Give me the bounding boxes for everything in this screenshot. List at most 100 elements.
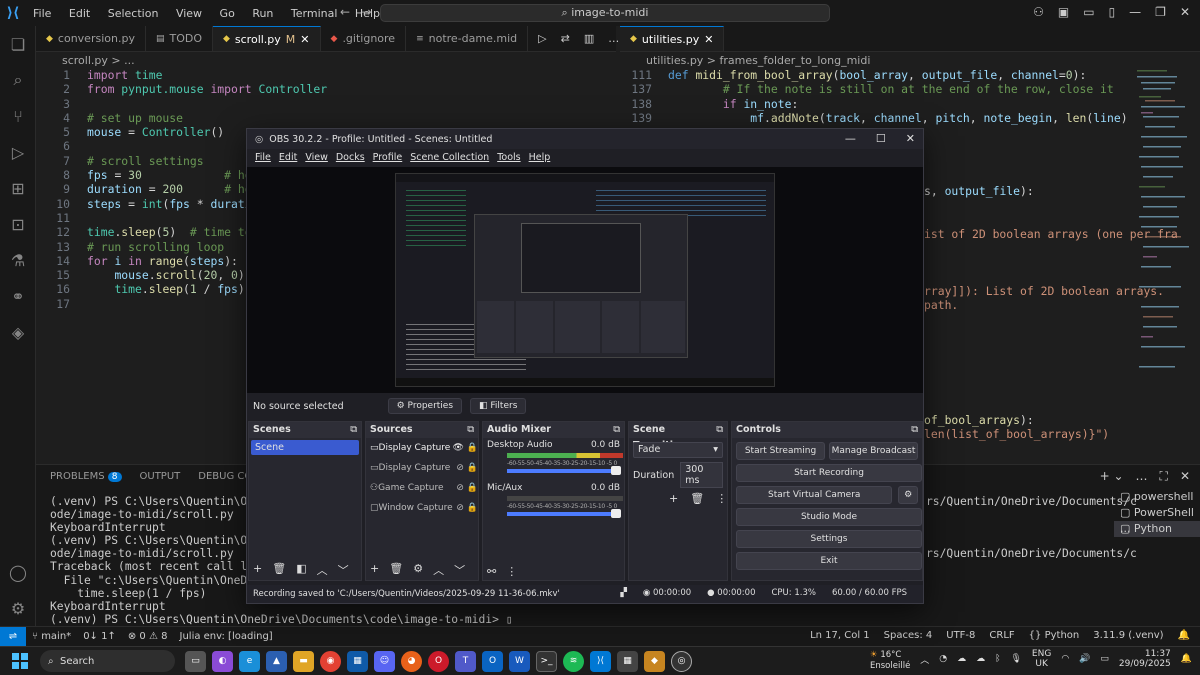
studio-mode-button[interactable]: Studio Mode	[736, 508, 922, 526]
transition-select[interactable]: Fade ▾	[633, 442, 723, 458]
firefox-icon[interactable]: ◕	[401, 650, 422, 672]
julia-status[interactable]: Julia env: [loading]	[180, 631, 273, 642]
duration-input[interactable]: 300 ms	[680, 462, 723, 488]
terminal-item-powershell[interactable]: ▢ powershell	[1114, 489, 1200, 505]
outlook-icon[interactable]: O	[482, 650, 503, 672]
python-icon[interactable]: ◈	[0, 314, 36, 350]
down-icon[interactable]: ﹀	[454, 562, 465, 578]
notification-bell-icon[interactable]: 🔔	[1181, 654, 1192, 664]
panel-toggle-icon[interactable]: ▭	[1083, 5, 1094, 19]
file-explorer-icon[interactable]: ▬	[293, 650, 314, 672]
tab-scroll[interactable]: ◆ scroll.py M ✕	[212, 26, 321, 51]
popout-icon[interactable]: ⧉	[467, 422, 474, 438]
remote-icon[interactable]: ⇌	[0, 626, 26, 647]
task-view-icon[interactable]: ▭	[185, 650, 206, 672]
up-icon[interactable]: ︿	[317, 562, 328, 578]
close-icon[interactable]: ✕	[1180, 5, 1190, 19]
close-icon[interactable]: ✕	[704, 33, 713, 46]
copilot-icon[interactable]: ⚇	[1033, 5, 1044, 19]
more-icon[interactable]: …	[608, 32, 619, 45]
popout-icon[interactable]: ⧉	[911, 422, 918, 438]
language-indicator[interactable]: ENG UK	[1032, 649, 1051, 669]
minimize-icon[interactable]: —	[845, 132, 856, 145]
maximize-panel-icon[interactable]: ⛶	[1160, 469, 1168, 484]
menu-selection[interactable]: Selection	[108, 7, 159, 20]
minimap[interactable]	[1135, 66, 1193, 406]
start-virtual-camera-button[interactable]: Start Virtual Camera	[736, 486, 893, 504]
lock-icon[interactable]: 🔒	[467, 443, 478, 453]
menu-view[interactable]: View	[176, 7, 202, 20]
eye-hidden-icon[interactable]: ⊘	[456, 503, 464, 513]
run-debug-icon[interactable]: ▷	[0, 134, 36, 170]
obs-menu-view[interactable]: View	[305, 152, 328, 163]
python-version[interactable]: 3.11.9 (.venv)	[1093, 630, 1163, 641]
source-item[interactable]: ▢ Window Capture ⊘ 🔒	[366, 498, 478, 518]
more-icon[interactable]: …	[1136, 469, 1148, 484]
popout-icon[interactable]: ⧉	[350, 422, 357, 438]
menu-file[interactable]: File	[33, 7, 51, 20]
source-item[interactable]: ▭ Display Capture 👁 🔒	[366, 438, 478, 458]
eol[interactable]: CRLF	[989, 630, 1014, 641]
eye-icon[interactable]: 👁	[452, 443, 463, 453]
cursor-position[interactable]: Ln 17, Col 1	[810, 630, 870, 641]
start-button[interactable]	[12, 653, 28, 669]
new-terminal-icon[interactable]: + ⌄	[1100, 469, 1124, 484]
menu-terminal[interactable]: Terminal	[291, 7, 338, 20]
edge-icon[interactable]: e	[239, 650, 260, 672]
maximize-icon[interactable]: ☐	[876, 132, 886, 145]
lock-icon[interactable]: 🔒	[467, 483, 478, 493]
vscode-icon[interactable]: ⟩⟨	[590, 650, 611, 672]
eye-hidden-icon[interactable]: ⊘	[456, 463, 464, 473]
photos-icon[interactable]: ▲	[266, 650, 287, 672]
back-arrow-icon[interactable]: ←	[340, 5, 350, 19]
tab-notre-dame[interactable]: ≡ notre-dame.mid	[406, 26, 529, 51]
remote-explorer-icon[interactable]: ⊡	[0, 206, 36, 242]
filter-icon[interactable]: ◧	[296, 562, 306, 578]
source-control-icon[interactable]: ⑂	[0, 98, 36, 134]
menu-run[interactable]: Run	[252, 7, 273, 20]
minimize-icon[interactable]: —	[1129, 5, 1141, 19]
wifi-icon[interactable]: ◠	[1061, 654, 1069, 664]
start-streaming-button[interactable]: Start Streaming	[736, 442, 825, 460]
obs-menu-edit[interactable]: Edit	[279, 152, 297, 163]
close-icon[interactable]: ✕	[300, 33, 309, 46]
restore-icon[interactable]: ❐	[1155, 5, 1166, 19]
start-recording-button[interactable]: Start Recording	[736, 464, 922, 482]
search-icon[interactable]: ⌕	[0, 62, 36, 98]
branch[interactable]: ⑂ main*	[32, 631, 71, 642]
properties-button[interactable]: ⚙ Properties	[387, 398, 463, 414]
word-icon[interactable]: W	[509, 650, 530, 672]
terminal-icon[interactable]: >_	[536, 650, 557, 672]
gear-icon[interactable]: ⚙	[413, 562, 423, 578]
up-icon[interactable]: ︿	[433, 562, 444, 578]
lock-icon[interactable]: 🔒	[467, 503, 478, 513]
opera-icon[interactable]: O	[428, 650, 449, 672]
account-icon[interactable]: ◯	[0, 554, 36, 590]
indent[interactable]: Spaces: 4	[884, 630, 933, 641]
tab-utilities[interactable]: ◆ utilities.py ✕	[620, 26, 725, 51]
settings-button[interactable]: Settings	[736, 530, 922, 548]
encoding[interactable]: UTF-8	[946, 630, 975, 641]
code-editor-right[interactable]: def midi_from_bool_array(bool_array, out…	[668, 68, 1130, 125]
chevron-up-icon[interactable]: ︿	[920, 653, 929, 666]
more-icon[interactable]: ⋮	[506, 565, 517, 578]
tab-todo[interactable]: ▤ TODO	[146, 26, 213, 51]
git-graph-icon[interactable]: ⚭	[0, 278, 36, 314]
sync-status[interactable]: 0↓ 1↑	[83, 631, 116, 642]
clock[interactable]: 11:37 29/09/2025	[1119, 649, 1171, 669]
filters-button[interactable]: ◧ Filters	[470, 398, 527, 414]
popout-icon[interactable]: ⧉	[613, 422, 620, 438]
volume-slider[interactable]	[507, 466, 621, 475]
exit-button[interactable]: Exit	[736, 552, 922, 570]
bluetooth-icon[interactable]: ᛒ	[995, 654, 1000, 664]
popout-icon[interactable]: ⧉	[716, 422, 723, 438]
chat-icon[interactable]: ◔	[939, 654, 947, 664]
layout-icon[interactable]: ▣	[1058, 5, 1069, 19]
problems-status[interactable]: ⊗ 0 ⚠ 8	[128, 631, 168, 642]
tab-problems[interactable]: PROBLEMS 8	[50, 471, 122, 482]
command-center-search[interactable]: ⌕ image-to-midi	[380, 4, 830, 22]
weather-widget[interactable]: ☀ 16°C Ensoleillé	[870, 650, 910, 672]
obs-menu-file[interactable]: File	[255, 152, 271, 163]
compare-icon[interactable]: ⇄	[561, 32, 570, 45]
manage-broadcast-button[interactable]: Manage Broadcast	[829, 442, 918, 460]
